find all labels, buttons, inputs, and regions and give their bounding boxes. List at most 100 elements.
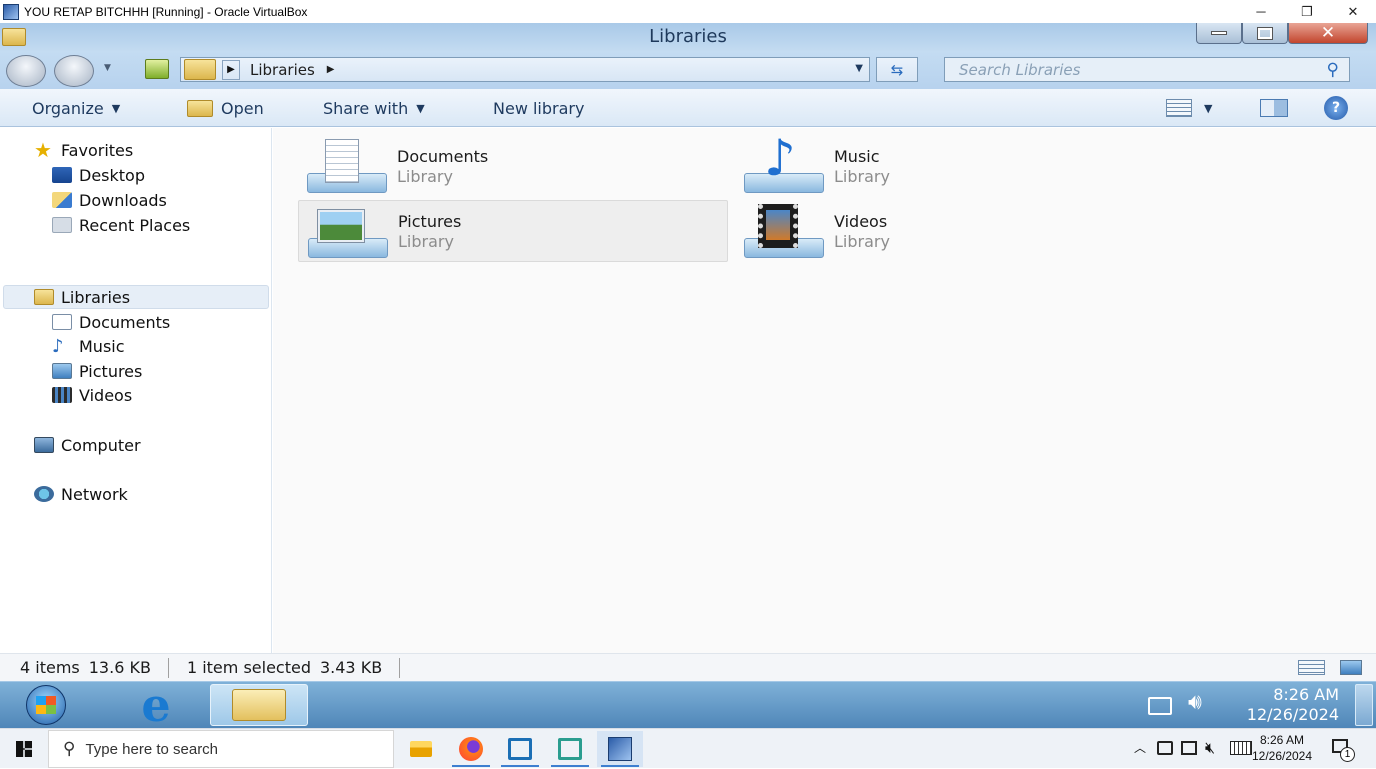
address-dropdown-icon[interactable]: ▼	[855, 63, 863, 74]
large-icons-view-icon[interactable]	[1340, 660, 1362, 675]
host-close-button[interactable]: ✕	[1330, 0, 1376, 23]
nav-libraries-label: Libraries	[61, 287, 131, 307]
host-app-firefox[interactable]	[448, 731, 494, 767]
nav-libraries[interactable]: Libraries	[3, 285, 269, 309]
refresh-button[interactable]: ⇆	[876, 57, 918, 82]
library-tile-music[interactable]: ♪ Music Library	[740, 129, 890, 196]
nav-music-label: Music	[79, 336, 125, 356]
nav-favorites-label: Favorites	[60, 140, 134, 160]
host-search-box[interactable]: ⚲ Type here to search	[48, 730, 394, 768]
explorer-window: Libraries ✕ ▼ ▶ Libraries ▶ ▼ ⇆ Search L…	[0, 23, 1376, 681]
maximize-button[interactable]	[1242, 23, 1288, 44]
share-with-button[interactable]: Share with ▼	[323, 89, 425, 127]
nav-downloads[interactable]: Downloads	[52, 188, 167, 212]
tile-name: Videos	[834, 211, 888, 231]
downloads-icon	[52, 192, 72, 208]
library-tile-documents[interactable]: Documents Library	[303, 136, 488, 196]
open-button[interactable]: Open	[187, 89, 264, 127]
nav-videos[interactable]: Videos	[52, 383, 132, 407]
breadcrumb-libraries[interactable]: Libraries	[250, 61, 315, 79]
nav-computer[interactable]: Computer	[34, 433, 141, 457]
nav-pictures[interactable]: Pictures	[52, 359, 142, 383]
details-view-icon[interactable]	[1298, 660, 1325, 675]
preview-pane-button[interactable]	[1260, 89, 1288, 127]
change-view-button[interactable]: ▼	[1166, 89, 1212, 127]
minimize-button[interactable]	[1196, 23, 1242, 44]
tray-app-icon[interactable]	[1157, 741, 1173, 755]
new-library-label: New library	[493, 98, 585, 118]
host-app-vmware[interactable]	[497, 731, 543, 767]
library-tile-pictures[interactable]: Pictures Library	[298, 200, 728, 262]
show-desktop-button[interactable]	[1355, 684, 1373, 726]
breadcrumb-chevron-icon[interactable]: ▶	[327, 64, 335, 75]
search-input[interactable]: Search Libraries ⚲	[944, 57, 1350, 82]
search-placeholder: Search Libraries	[959, 60, 1081, 79]
chevron-down-icon: ▼	[416, 101, 425, 115]
guest-clock[interactable]: 8:26 AM 12/26/2024	[1247, 685, 1339, 725]
guest-taskbar: e 🔊︎ 8:26 AM 12/26/2024	[0, 681, 1376, 728]
forward-button[interactable]	[54, 55, 94, 87]
search-icon[interactable]: ⚲	[1327, 60, 1339, 80]
network-tray-icon[interactable]	[1181, 741, 1197, 755]
star-icon: ★	[34, 138, 52, 162]
tray-overflow-icon[interactable]: ︿	[1134, 739, 1146, 756]
nav-network[interactable]: Network	[34, 482, 128, 506]
breadcrumb-arrow-icon[interactable]: ▶	[222, 59, 240, 80]
documents-icon	[52, 314, 72, 330]
host-app-file-explorer[interactable]	[398, 731, 444, 767]
tile-subtitle: Library	[398, 231, 454, 251]
nav-recent-places[interactable]: Recent Places	[52, 213, 190, 237]
music-icon: ♪	[52, 335, 64, 357]
guest-clock-date: 12/26/2024	[1246, 705, 1339, 724]
host-app-virtualbox[interactable]	[597, 731, 643, 767]
status-selection: 1 item selected	[186, 658, 311, 677]
status-item-count: 4 items	[20, 658, 80, 677]
tile-name: Music	[834, 146, 880, 166]
navigation-pane: ★ Favorites Desktop Downloads Recent Plac…	[0, 128, 272, 653]
new-library-button[interactable]: New library	[493, 89, 584, 127]
host-clock[interactable]: 8:26 AM 12/26/2024	[1250, 732, 1314, 764]
status-total-size: 13.6 KB	[88, 658, 151, 677]
chevron-down-icon: ▼	[111, 101, 121, 115]
recent-pages-chevron-icon[interactable]: ▼	[104, 63, 111, 73]
host-minimize-button[interactable]: ─	[1238, 0, 1284, 23]
volume-tray-icon[interactable]: 🔊︎	[1188, 690, 1202, 715]
back-button[interactable]	[6, 55, 46, 87]
libraries-location-icon	[184, 59, 216, 80]
tile-subtitle: Library	[834, 231, 890, 251]
organize-button[interactable]: Organize ▼	[32, 89, 120, 127]
tile-subtitle: Library	[834, 166, 890, 186]
virtualbox-icon	[3, 3, 19, 20]
help-button[interactable]: ?	[1324, 89, 1348, 127]
keyboard-icon[interactable]	[1230, 741, 1252, 755]
nav-favorites[interactable]: ★ Favorites	[34, 138, 133, 162]
pictures-library-icon	[304, 202, 388, 260]
address-bar[interactable]: ▶ Libraries ▶ ▼	[180, 57, 870, 82]
volume-muted-icon[interactable]: 🔇︎	[1205, 738, 1215, 758]
notification-count-badge: 1	[1340, 747, 1355, 762]
network-tray-icon[interactable]	[1148, 697, 1172, 715]
preview-pane-icon	[1260, 99, 1288, 117]
library-tile-videos[interactable]: Videos Library	[740, 201, 890, 261]
minimize-icon	[1211, 31, 1227, 35]
tile-name: Documents	[397, 146, 489, 166]
music-library-icon: ♪	[740, 129, 824, 195]
windows-orb-icon	[26, 685, 66, 725]
close-button[interactable]: ✕	[1288, 23, 1368, 44]
start-button[interactable]	[14, 684, 78, 726]
pictures-icon	[52, 363, 72, 379]
view-icon	[1166, 99, 1192, 117]
notification-center-button[interactable]: 1	[1330, 737, 1355, 762]
guest-clock-time: 8:26 AM	[1273, 685, 1339, 704]
nav-desktop[interactable]: Desktop	[52, 163, 145, 187]
host-restore-button[interactable]: ❐	[1284, 0, 1330, 23]
taskbar-explorer[interactable]	[210, 684, 308, 726]
taskbar-internet-explorer[interactable]: e	[107, 682, 205, 728]
network-icon	[34, 486, 54, 502]
host-start-button[interactable]	[0, 729, 48, 769]
vm-app-icon	[508, 738, 532, 760]
up-folder-icon[interactable]	[145, 59, 169, 79]
nav-music[interactable]: ♪ Music	[52, 334, 125, 358]
nav-documents[interactable]: Documents	[52, 310, 170, 334]
host-app-editor[interactable]	[547, 731, 593, 767]
